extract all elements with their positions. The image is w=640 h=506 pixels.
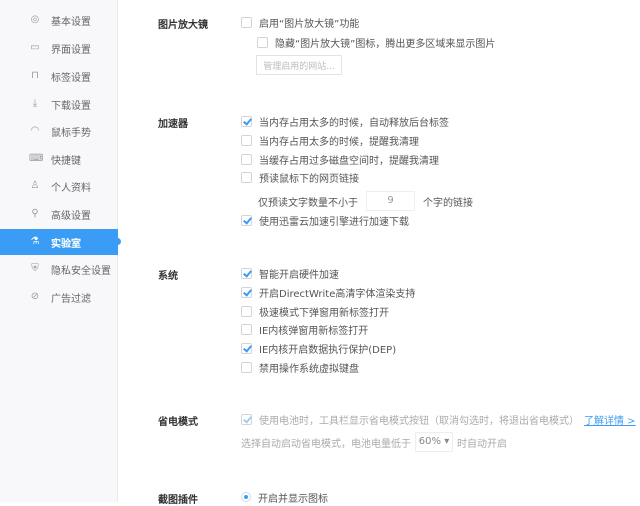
magnifier-hide-icon-checkbox[interactable]: 隐藏“图片放大镜”图标，腾出更多区域来显示图片 — [257, 34, 495, 50]
sidebar-item-label: 下载设置 — [51, 100, 91, 112]
checkbox[interactable] — [241, 323, 252, 335]
checkbox-label: 智能开启硬件加速 — [259, 269, 339, 281]
checkbox-label: 当缓存占用过多磁盘空间时，提醒我清理 — [259, 155, 439, 167]
magnifier-enable-checkbox[interactable]: 启用“图片放大镜”功能 — [241, 14, 359, 30]
radio-label: 开启并显示图标 — [258, 493, 328, 505]
sidebar-item-mouse-gesture[interactable]: ◠ 鼠标手势 — [0, 118, 118, 144]
system-option[interactable]: 开启DirectWrite高清字体渲染支持 — [241, 284, 415, 300]
download-icon: ⤓ — [32, 98, 38, 109]
checkbox-label: IE内核开启数据执行保护(DEP) — [259, 344, 397, 356]
checkbox-label: 禁用操作系统虚拟键盘 — [259, 363, 359, 375]
power-auto-prefix: 选择自动启动省电模式，电池电量低于 — [241, 438, 411, 450]
sidebar-item-label: 快捷键 — [51, 155, 81, 167]
power-toolbar-checkbox[interactable]: 使用电池时，工具栏显示省电模式按钮（取消勾选时，将退出省电模式） 了解详情 > — [241, 411, 636, 427]
sidebar-item-lab[interactable]: ⚗ 实验室 — [0, 229, 121, 255]
section-title-system: 系统 — [158, 271, 178, 282]
sidebar-item-label: 高级设置 — [51, 210, 91, 222]
user-icon: ♙ — [30, 180, 40, 191]
sidebar-item-label: 个人资料 — [51, 182, 91, 194]
checkbox-label: 当内存占用太多的时候，自动释放后台标签 — [259, 117, 449, 129]
section-title-accelerator: 加速器 — [158, 119, 188, 130]
system-option[interactable]: IE内核开启数据执行保护(DEP) — [241, 340, 396, 356]
manage-sites-button[interactable]: 管理启用的网站... — [256, 55, 342, 75]
sidebar: ◎ 基本设置 ▭ 界面设置 ⊓ 标签设置 ⤓ 下载设置 ◠ 鼠标手势 ⌨ 快捷键 ♙ 个人资料… — [0, 0, 121, 502]
sidebar-item-advanced[interactable]: ⚲ 高级设置 — [0, 201, 118, 227]
checkbox-label: 开启DirectWrite高清字体渲染支持 — [259, 288, 416, 300]
checkbox-label: 隐藏“图片放大镜”图标，腾出更多区域来显示图片 — [275, 38, 496, 50]
target-icon: ◎ — [30, 14, 40, 25]
shield-icon: ⛨ — [31, 263, 39, 274]
checkbox[interactable] — [241, 413, 252, 425]
sidebar-item-basic[interactable]: ◎ 基本设置 — [0, 7, 118, 33]
checkbox-label: IE内核弹窗用新标签打开 — [259, 325, 369, 337]
accelerator-option[interactable]: 当缓存占用过多磁盘空间时，提醒我清理 — [241, 151, 439, 167]
checkbox[interactable] — [241, 171, 252, 183]
accelerator-option[interactable]: 预读鼠标下的网页链接 — [241, 169, 359, 185]
system-option[interactable]: IE内核弹窗用新标签打开 — [241, 321, 368, 337]
checkbox[interactable] — [241, 305, 252, 317]
checkbox[interactable] — [241, 214, 252, 226]
checkbox-label: 极速模式下弹窗用新标签打开 — [259, 307, 389, 319]
chevron-down-icon: ▾ — [444, 436, 450, 447]
checkbox[interactable] — [241, 115, 252, 127]
mouse-icon: ◠ — [30, 125, 40, 136]
flask-icon: ⚗ — [30, 236, 40, 247]
checkbox[interactable] — [241, 134, 252, 146]
sidebar-item-label: 鼠标手势 — [51, 127, 91, 139]
radio[interactable] — [241, 492, 251, 502]
learn-more-link[interactable]: 了解详情 > — [584, 412, 636, 427]
sidebar-item-shortcuts[interactable]: ⌨ 快捷键 — [0, 146, 118, 172]
tab-icon: ⊓ — [31, 70, 39, 81]
checkbox-label: 预读鼠标下的网页链接 — [259, 173, 359, 185]
preread-prefix: 仅预读文字数量不小于 — [258, 197, 358, 209]
window-icon: ▭ — [30, 42, 40, 53]
preread-length-input[interactable]: 9 — [366, 191, 415, 211]
preread-suffix: 个字的链接 — [423, 197, 473, 209]
power-auto-row: 选择自动启动省电模式，电池电量低于 60% ▾ 时自动开启 — [241, 432, 507, 452]
checkbox[interactable] — [241, 16, 252, 28]
section-title-power: 省电模式 — [158, 417, 198, 428]
keyboard-icon: ⌨ — [29, 153, 44, 164]
sidebar-item-label: 隐私安全设置 — [51, 265, 111, 277]
xunlei-accelerate-checkbox[interactable]: 使用迅雷云加速引擎进行加速下载 — [241, 212, 409, 228]
sidebar-item-profile[interactable]: ♙ 个人资料 — [0, 173, 118, 199]
sidebar-item-label: 标签设置 — [51, 72, 91, 84]
checkbox[interactable] — [241, 153, 252, 165]
sidebar-item-label: 基本设置 — [51, 16, 91, 28]
power-auto-suffix: 时自动开启 — [457, 438, 507, 450]
sidebar-item-interface[interactable]: ▭ 界面设置 — [0, 35, 118, 61]
checkbox[interactable] — [257, 36, 268, 48]
screenshot-show-radio[interactable]: 开启并显示图标 — [241, 489, 328, 505]
accelerator-option[interactable]: 当内存占用太多的时候，自动释放后台标签 — [241, 113, 449, 129]
accelerator-option[interactable]: 当内存占用太多的时候，提醒我清理 — [241, 132, 419, 148]
section-title-magnifier: 图片放大镜 — [158, 20, 208, 31]
system-option[interactable]: 极速模式下弹窗用新标签打开 — [241, 303, 389, 319]
checkbox[interactable] — [241, 267, 252, 279]
checkbox[interactable] — [241, 361, 252, 373]
sidebar-item-download[interactable]: ⤓ 下载设置 — [0, 91, 118, 117]
wrench-icon: ⚲ — [31, 208, 39, 219]
checkbox-label: 使用电池时，工具栏显示省电模式按钮（取消勾选时，将退出省电模式） — [259, 415, 579, 427]
checkbox[interactable] — [241, 342, 252, 354]
checkbox-label: 使用迅雷云加速引擎进行加速下载 — [259, 216, 409, 228]
checkbox[interactable] — [241, 286, 252, 298]
preread-length-row: 仅预读文字数量不小于 9 个字的链接 — [258, 191, 473, 211]
sidebar-item-label: 界面设置 — [51, 44, 91, 56]
sidebar-item-label: 实验室 — [51, 238, 81, 250]
block-icon: ⊘ — [30, 291, 40, 302]
sidebar-item-tabs[interactable]: ⊓ 标签设置 — [0, 63, 118, 89]
system-option[interactable]: 禁用操作系统虚拟键盘 — [241, 359, 359, 375]
battery-threshold-value: 60% — [418, 436, 441, 447]
system-option[interactable]: 智能开启硬件加速 — [241, 265, 339, 281]
checkbox-label: 当内存占用太多的时候，提醒我清理 — [259, 136, 419, 148]
sidebar-item-label: 广告过滤 — [51, 293, 91, 305]
sidebar-item-adblock[interactable]: ⊘ 广告过滤 — [0, 284, 118, 310]
sidebar-item-privacy[interactable]: ⛨ 隐私安全设置 — [0, 256, 118, 282]
battery-threshold-select[interactable]: 60% ▾ — [415, 432, 453, 452]
section-title-screenshot: 截图插件 — [158, 495, 198, 506]
checkbox-label: 启用“图片放大镜”功能 — [259, 18, 360, 30]
